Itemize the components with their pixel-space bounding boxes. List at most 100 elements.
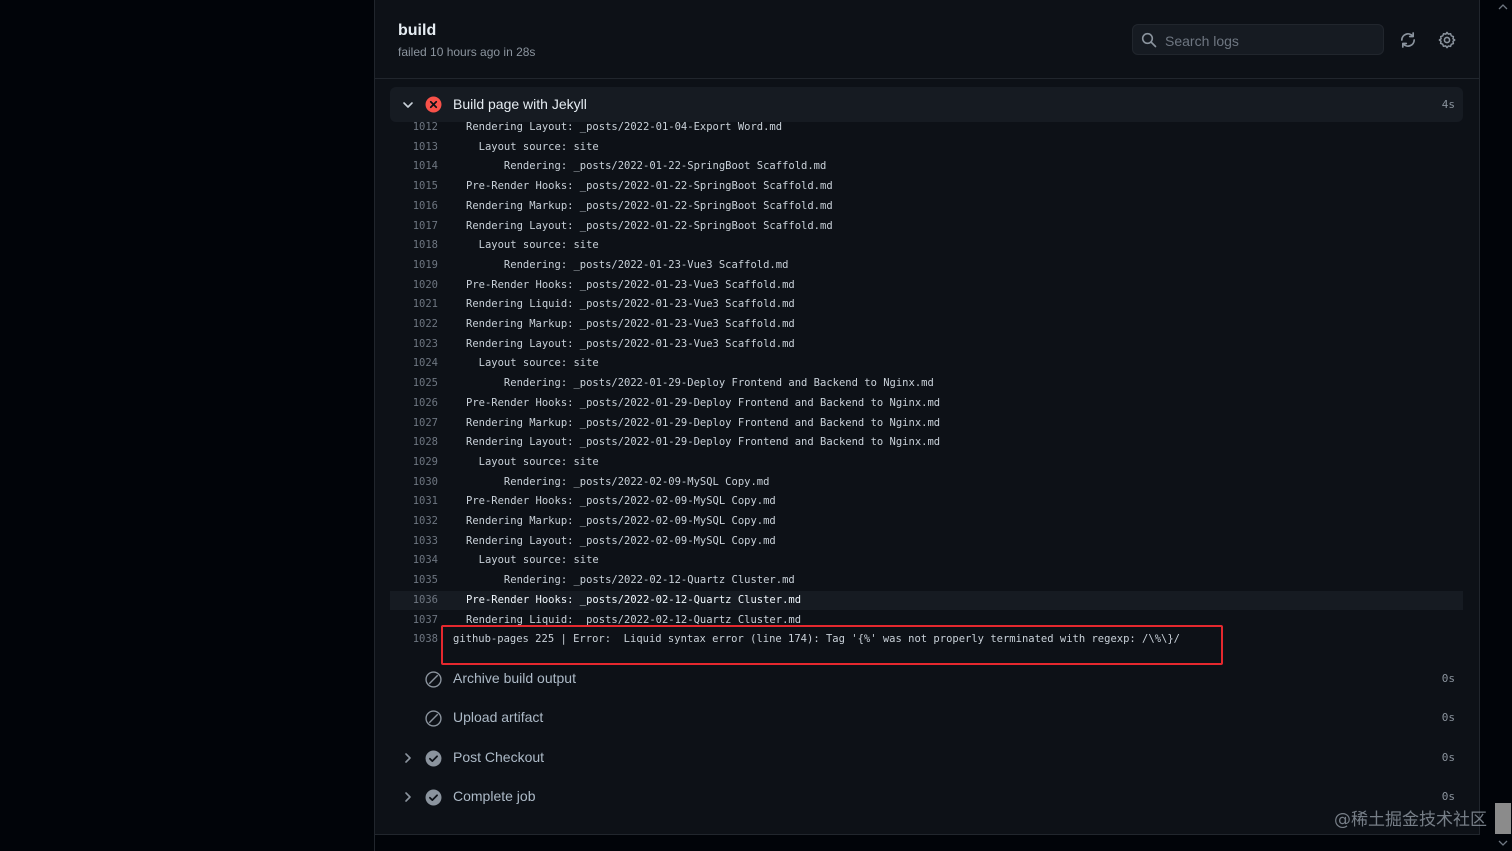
scroll-up-arrow-icon[interactable] (1498, 2, 1508, 12)
log-line-text: Rendering Layout: _posts/2022-01-04-Expo… (466, 122, 783, 133)
log-line: 1027 Rendering Markup: _posts/2022-01-29-… (390, 414, 1463, 434)
search-icon (1141, 32, 1157, 48)
log-line-number[interactable]: 1024 (390, 354, 438, 374)
check-circle-icon (425, 789, 442, 806)
log-line-text: Pre-Render Hooks: _posts/2022-01-29-Depl… (466, 396, 941, 409)
log-line: 1031 Pre-Render Hooks: _posts/2022-02-09-… (390, 492, 1463, 512)
log-line: 1015 Pre-Render Hooks: _posts/2022-01-22-… (390, 177, 1463, 197)
log-line-number[interactable]: 1026 (390, 394, 438, 414)
job-log-panel: build failed 10 hours ago in 28s Search … (375, 0, 1480, 835)
log-line: 1034 Layout source: site (390, 551, 1463, 571)
log-output: 1012 Rendering Layout: _posts/2022-01-04-… (390, 122, 1463, 652)
log-line-text: Pre-Render Hooks: _posts/2022-01-22-Spri… (466, 180, 833, 193)
log-line-text: Rendering Layout: _posts/2022-01-22-Spri… (466, 219, 833, 232)
log-line-number[interactable]: 1035 (390, 571, 438, 591)
gear-icon[interactable] (1438, 31, 1456, 49)
log-line-number[interactable]: 1012 (390, 122, 438, 138)
refresh-icon[interactable] (1399, 31, 1417, 49)
log-line: 1023 Rendering Layout: _posts/2022-01-23-… (390, 335, 1463, 355)
log-line-number[interactable]: 1014 (390, 157, 438, 177)
log-line-text: Rendering Liquid: _posts/2022-01-23-Vue3… (466, 298, 795, 311)
log-line-text: Layout source: site (466, 140, 599, 153)
log-line: 1017 Rendering Layout: _posts/2022-01-22-… (390, 217, 1463, 237)
log-line-number[interactable]: 1017 (390, 217, 438, 237)
log-line: 1026 Pre-Render Hooks: _posts/2022-01-29-… (390, 394, 1463, 414)
log-line-number[interactable]: 1038 (390, 630, 438, 650)
log-line-text: Rendering Layout: _posts/2022-01-29-Depl… (466, 436, 941, 449)
log-line-number[interactable]: 1027 (390, 414, 438, 434)
step-duration: 0s (1441, 672, 1455, 685)
log-line: 1029 Layout source: site (390, 453, 1463, 473)
step-complete-job[interactable]: Complete job 0s (390, 780, 1463, 814)
log-line-number[interactable]: 1021 (390, 295, 438, 315)
log-line-number[interactable]: 1013 (390, 138, 438, 158)
log-line-number[interactable]: 1034 (390, 551, 438, 571)
left-panel (0, 0, 375, 851)
log-line-number[interactable]: 1023 (390, 335, 438, 355)
log-line: 1018 Layout source: site (390, 236, 1463, 256)
step-duration: 0s (1441, 790, 1455, 803)
log-line: 1022 Rendering Markup: _posts/2022-01-23-… (390, 315, 1463, 335)
chevron-right-icon[interactable] (400, 750, 416, 766)
log-line-number[interactable]: 1022 (390, 315, 438, 335)
log-line-number[interactable]: 1037 (390, 611, 438, 631)
chevron-right-icon[interactable] (400, 789, 416, 805)
log-line-text: Rendering: _posts/2022-02-12-Quartz Clus… (466, 574, 795, 587)
job-status: failed 10 hours ago in 28s (398, 45, 536, 59)
log-line: 1013 Layout source: site (390, 138, 1463, 158)
log-line-number[interactable]: 1016 (390, 197, 438, 217)
log-line-text: Rendering: _posts/2022-01-22-SpringBoot … (466, 160, 827, 173)
log-line-text: Rendering Layout: _posts/2022-02-09-MySQ… (466, 534, 776, 547)
skipped-icon (425, 710, 442, 727)
job-header: build failed 10 hours ago in 28s (375, 0, 1479, 79)
log-line-number[interactable]: 1031 (390, 492, 438, 512)
log-line-text: Rendering Markup: _posts/2022-01-23-Vue3… (466, 318, 795, 330)
scroll-down-arrow-icon[interactable] (1498, 838, 1508, 848)
log-line-text: Layout source: site (466, 357, 599, 370)
step-label: Archive build output (453, 670, 576, 686)
step-post-checkout[interactable]: Post Checkout 0s (390, 741, 1463, 775)
log-line-number[interactable]: 1028 (390, 433, 438, 453)
log-line-number[interactable]: 1015 (390, 177, 438, 197)
scrollbar[interactable] (1494, 0, 1512, 851)
log-line-text: Layout source: site (466, 239, 599, 252)
log-line-number[interactable]: 1019 (390, 256, 438, 276)
log-line-text: Pre-Render Hooks: _posts/2022-01-23-Vue3… (466, 278, 795, 291)
log-line-number[interactable]: 1032 (390, 512, 438, 532)
job-title: build (398, 22, 437, 39)
log-line-text: Pre-Render Hooks: _posts/2022-02-12-Quar… (466, 593, 802, 606)
log-line-number[interactable]: 1033 (390, 532, 438, 552)
log-line: 1020 Pre-Render Hooks: _posts/2022-01-23-… (390, 276, 1463, 296)
log-line-number[interactable]: 1029 (390, 453, 438, 473)
log-line-text: Rendering: _posts/2022-01-23-Vue3 Scaffo… (466, 258, 789, 271)
search-logs-input[interactable] (1163, 25, 1382, 56)
step-archive-build-output[interactable]: Archive build output 0s (390, 662, 1463, 696)
step-duration: 0s (1441, 751, 1455, 764)
scrollbar-thumb[interactable] (1495, 803, 1511, 834)
step-build-page-with-jekyll[interactable]: Build page with Jekyll 4s (390, 87, 1463, 122)
step-label: Upload artifact (453, 709, 544, 725)
log-line-text: Layout source: site (466, 554, 599, 567)
log-line-number[interactable]: 1030 (390, 473, 438, 493)
skipped-icon (425, 671, 442, 688)
step-label: Build page with Jekyll (453, 96, 587, 112)
log-line: 1032 Rendering Markup: _posts/2022-02-09-… (390, 512, 1463, 532)
step-duration: 0s (1441, 711, 1455, 724)
log-line: 1033 Rendering Layout: _posts/2022-02-09-… (390, 532, 1463, 552)
log-line-text: Rendering Markup: _posts/2022-02-09-MySQ… (466, 515, 776, 527)
chevron-down-icon[interactable] (400, 97, 416, 113)
search-logs-box[interactable] (1132, 24, 1384, 56)
failed-x-icon (425, 96, 442, 113)
log-line-text: github-pages 225 | Error: Liquid syntax … (453, 633, 1180, 646)
log-line-text: Rendering Liquid: _posts/2022-02-12-Quar… (466, 613, 802, 626)
step-upload-artifact[interactable]: Upload artifact 0s (390, 701, 1463, 735)
log-line-number[interactable]: 1018 (390, 236, 438, 256)
log-line-number[interactable]: 1020 (390, 276, 438, 296)
log-line: 1030 Rendering: _posts/2022-02-09-MySQL … (390, 473, 1463, 493)
log-line-number[interactable]: 1036 (390, 591, 438, 611)
log-line-number[interactable]: 1025 (390, 374, 438, 394)
log-line: 1016 Rendering Markup: _posts/2022-01-22-… (390, 197, 1463, 217)
log-line: 1024 Layout source: site (390, 354, 1463, 374)
log-line-text: Rendering: _posts/2022-01-29-Deploy Fron… (466, 377, 934, 390)
step-label: Complete job (453, 788, 536, 804)
